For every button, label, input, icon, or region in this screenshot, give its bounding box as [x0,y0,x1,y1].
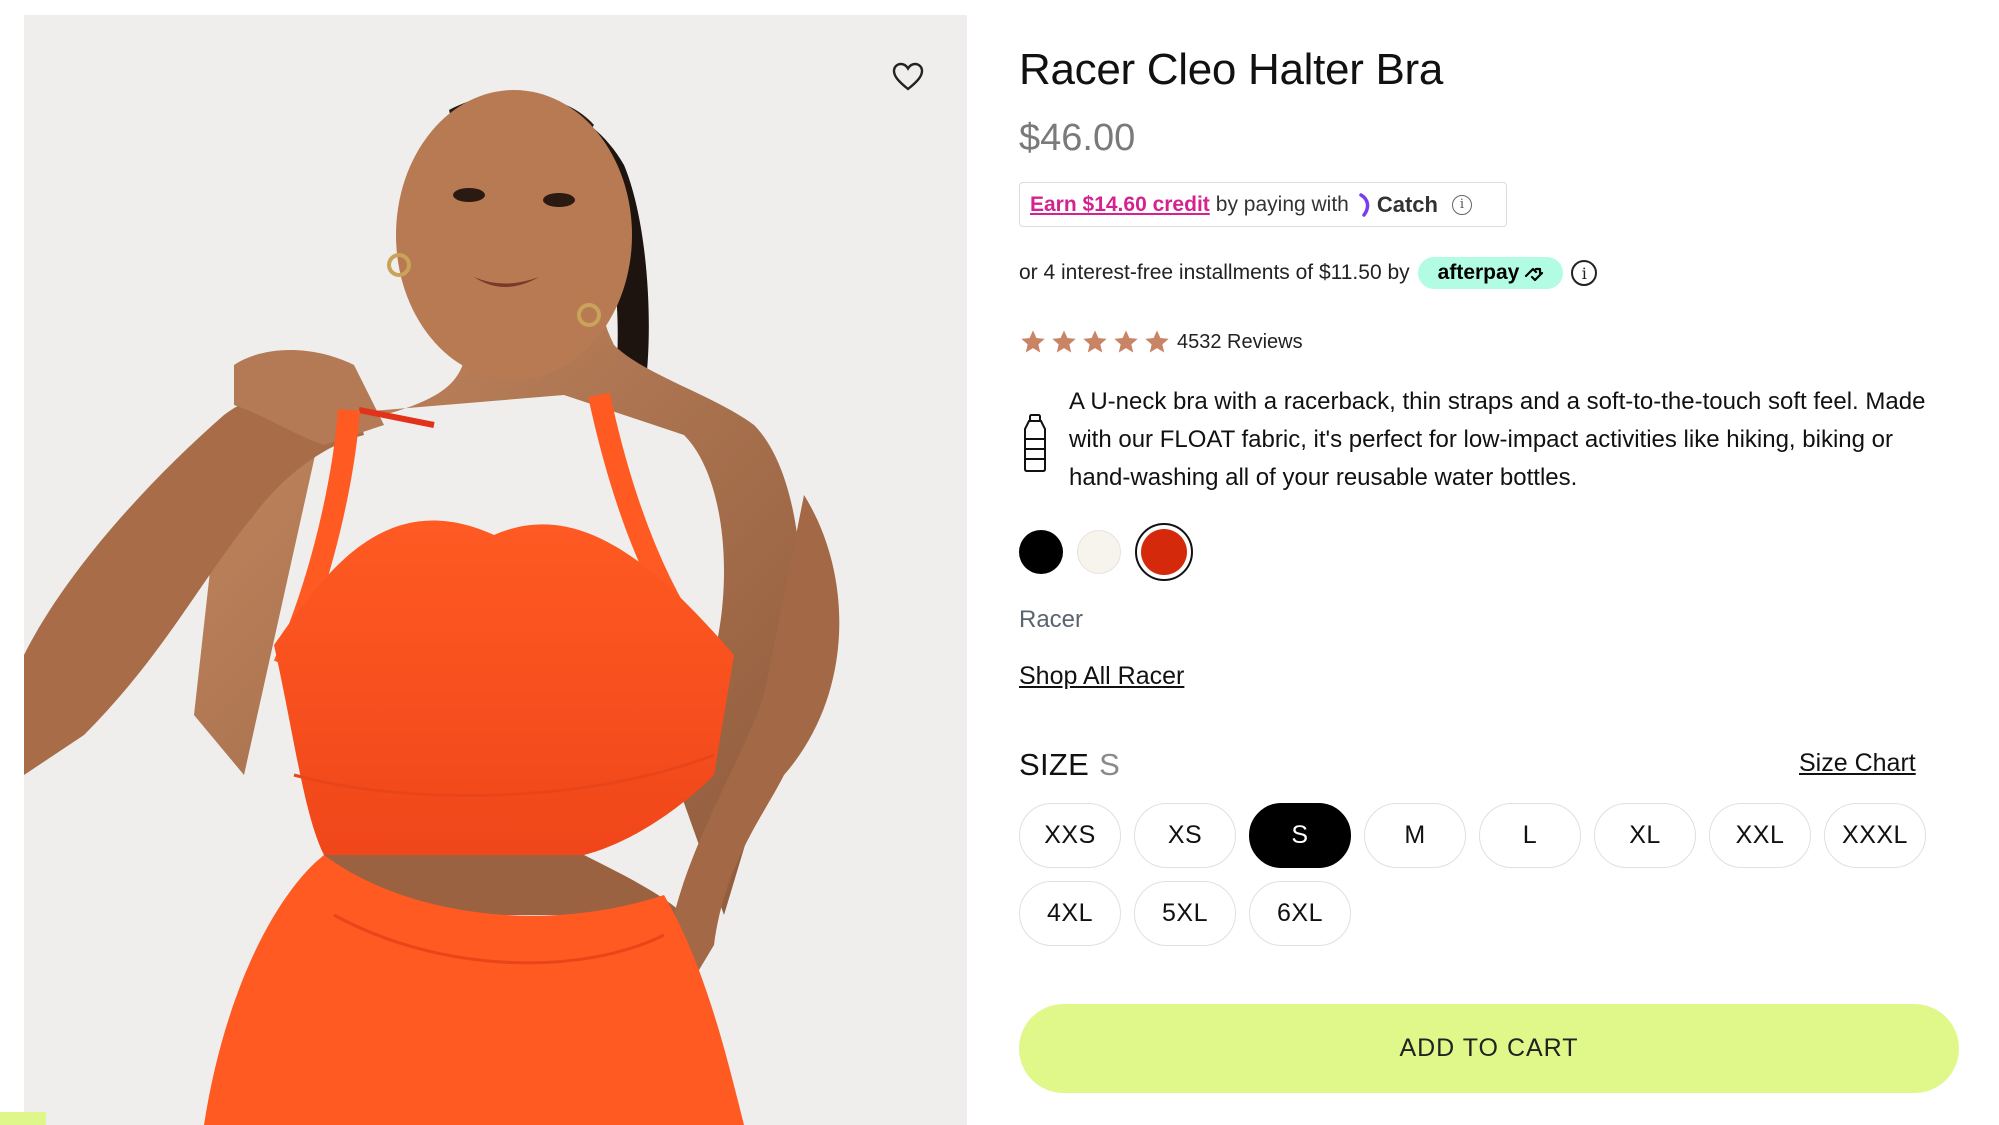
catch-middle-text: by paying with [1215,192,1349,216]
catch-credit-banner: Earn $14.60 credit by paying with Catch … [1019,182,1507,227]
size-option-xl[interactable]: XL [1594,803,1696,868]
afterpay-text: or 4 interest-free installments of $11.5… [1019,261,1410,284]
afterpay-brand: afterpay [1437,261,1520,284]
add-to-cart-button[interactable]: ADD TO CART [1019,1004,1959,1093]
size-option-m[interactable]: M [1364,803,1466,868]
color-swatch-selected[interactable] [1135,523,1193,581]
size-label: SIZE [1019,747,1090,782]
collection-name: Racer [1019,606,1084,633]
size-option-5xl[interactable]: 5XL [1134,881,1236,946]
star-icon [1052,330,1076,353]
color-swatch[interactable] [1077,530,1121,574]
afterpay-row: or 4 interest-free installments of $11.5… [1019,256,1598,290]
size-option-s[interactable]: S [1249,803,1351,868]
catch-info-icon[interactable]: i [1451,194,1472,215]
star-icon [1083,330,1107,353]
size-option-xxs[interactable]: XXS [1019,803,1121,868]
size-option-l[interactable]: L [1479,803,1581,868]
product-title: Racer Cleo Halter Bra [1019,45,1444,94]
afterpay-info-icon[interactable]: i [1571,260,1598,286]
description: A U-neck bra with a racerback, thin stra… [1019,383,1954,497]
size-option-xs[interactable]: XS [1134,803,1236,868]
shop-all-link[interactable]: Shop All Racer [1019,662,1184,691]
selected-size: S [1099,747,1121,782]
color-swatches [1019,523,1193,581]
rating-stars [1019,328,1171,356]
corner-accent [0,1112,46,1125]
description-text: A U-neck bra with a racerback, thin stra… [1069,388,1926,491]
product-page: Racer Cleo Halter Bra $46.00 Earn $14.60… [0,0,1999,1125]
catch-credit-link[interactable]: Earn $14.60 credit [1030,193,1210,217]
water-bottle-icon [1024,414,1046,472]
rating-row[interactable]: 4532 Reviews [1019,328,1303,356]
product-price: $46.00 [1019,117,1136,159]
afterpay-arrows-icon [1525,267,1544,281]
catch-logo: Catch [1359,192,1438,218]
star-icon [1114,330,1138,353]
product-image [24,15,967,1125]
heart-outline-icon [892,62,924,91]
size-options: XXS XS S M L XL XXL XXXL 4XL 5XL 6XL [1019,803,1939,946]
size-chart-link[interactable]: Size Chart [1799,749,1916,778]
color-swatch-fill [1141,529,1187,575]
product-info-panel: Racer Cleo Halter Bra $46.00 Earn $14.60… [1019,0,1959,1125]
star-icon [1021,330,1045,353]
color-swatch[interactable] [1019,530,1063,574]
catch-swoosh-icon [1359,192,1370,217]
star-icon [1145,330,1169,353]
size-option-4xl[interactable]: 4XL [1019,881,1121,946]
size-option-xxl[interactable]: XXL [1709,803,1811,868]
size-option-xxxl[interactable]: XXXL [1824,803,1926,868]
size-option-6xl[interactable]: 6XL [1249,881,1351,946]
afterpay-badge[interactable]: afterpay [1417,257,1564,289]
review-count[interactable]: 4532 Reviews [1177,331,1303,354]
catch-brand: Catch [1376,191,1438,217]
product-photo [24,15,967,1125]
size-heading: SIZE S [1019,747,1120,783]
wishlist-button[interactable] [886,55,930,99]
